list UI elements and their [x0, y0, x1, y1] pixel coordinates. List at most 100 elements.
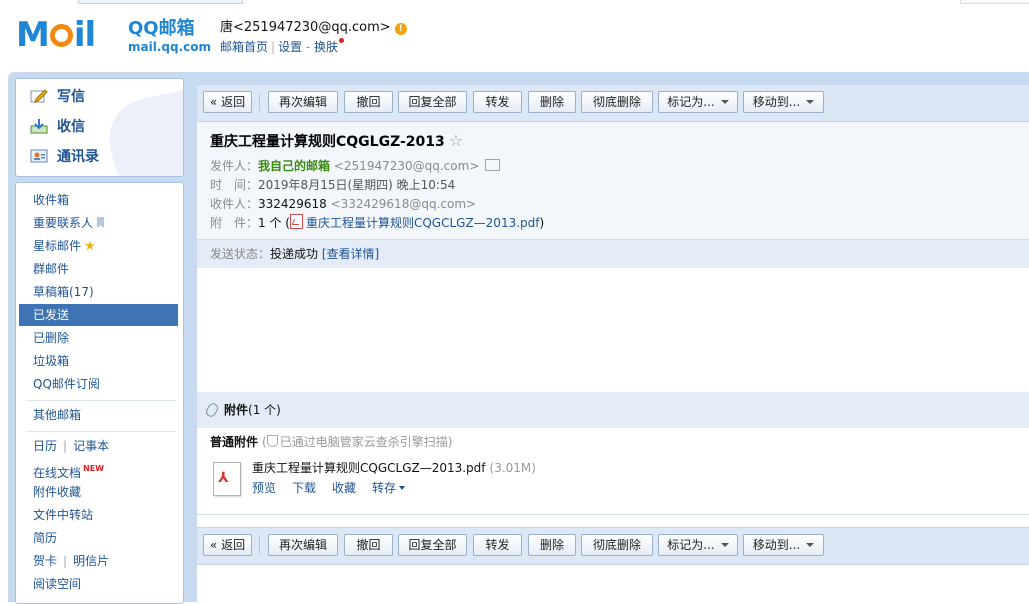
delete-permanently-button[interactable]: 彻底删除 — [581, 91, 653, 113]
other-mailboxes[interactable]: 其他邮箱 — [19, 404, 178, 426]
qq-mail-logo[interactable]: Mil QQ邮箱 mail.qq.com — [16, 16, 211, 58]
link-dash: - — [302, 40, 315, 54]
top-links: 邮箱首页 | 设置 - 换肤 — [220, 38, 345, 55]
mark-as-dropdown[interactable]: 标记为... — [658, 534, 738, 556]
folder-drafts[interactable]: 草稿箱(17) — [19, 281, 178, 303]
back-button[interactable]: « 返回 — [203, 91, 252, 113]
save-to-dropdown[interactable]: 转存 — [372, 481, 406, 495]
contacts-button[interactable]: 通讯录 — [30, 145, 99, 169]
attachment-row: 附 件：1 个 (重庆工程量计算规则CQGCLGZ—2013.pdf) — [210, 214, 544, 232]
move-to-dropdown[interactable]: 移动到... — [743, 534, 824, 556]
attachment-kind-label: 普通附件 — [210, 435, 259, 449]
toolbar-separator — [259, 536, 260, 554]
delete-button[interactable]: 删除 — [528, 91, 576, 113]
folder-vip-contacts[interactable]: 重要联系人 — [19, 212, 178, 234]
reedit-button[interactable]: 再次编辑 — [268, 91, 338, 113]
logo-url-text: mail.qq.com — [128, 40, 211, 54]
chevron-down-icon — [806, 100, 815, 104]
attachment-close-paren: ) — [539, 216, 545, 230]
quick-actions: 写信 收信 通讯录 — [15, 78, 184, 177]
folder-deleted[interactable]: 已删除 — [19, 327, 178, 349]
attachment-count: 1 个 ( — [258, 216, 290, 230]
reedit-button[interactable]: 再次编辑 — [268, 534, 338, 556]
postcards-link[interactable]: 明信片 — [73, 554, 109, 568]
reading-space[interactable]: 阅读空间 — [19, 573, 178, 595]
logo-cn-text: QQ邮箱 — [128, 18, 195, 39]
new-badge: NEW — [83, 464, 104, 473]
forward-button[interactable]: 转发 — [473, 91, 522, 113]
favorite-link[interactable]: 收藏 — [332, 481, 356, 495]
chevron-down-icon — [806, 543, 815, 547]
receive-button[interactable]: 收信 — [30, 115, 85, 139]
toolbar-separator — [259, 93, 260, 111]
folder-subscribe[interactable]: QQ邮件订阅 — [19, 373, 178, 395]
download-link[interactable]: 下载 — [292, 481, 316, 495]
logo-ring-icon — [49, 24, 73, 47]
recall-button[interactable]: 撤回 — [344, 91, 393, 113]
inbox-download-icon — [30, 119, 48, 134]
folder-starred[interactable]: 星标邮件 ★ — [19, 235, 178, 257]
star-toggle-icon[interactable]: ☆ — [449, 131, 463, 150]
folder-sent[interactable]: 已发送 — [19, 304, 178, 326]
contact-card-icon[interactable] — [485, 159, 501, 171]
pdf-file-icon[interactable]: ⅄ — [213, 462, 241, 496]
online-docs-label: 在线文档 — [33, 466, 82, 480]
folder-starred-label: 星标邮件 — [33, 239, 82, 253]
mail-view: « 返回 再次编辑 撤回 回复全部 转发 删除 彻底删除 标记为... 移动到.… — [197, 84, 1029, 604]
send-status-label: 发送状态： — [210, 247, 271, 261]
send-status-value: 投递成功 — [270, 247, 319, 261]
back-button[interactable]: « 返回 — [203, 534, 252, 556]
preview-link[interactable]: 预览 — [252, 481, 276, 495]
contacts-label: 通讯录 — [57, 149, 99, 165]
notes-link[interactable]: 记事本 — [73, 439, 109, 453]
folder-spam[interactable]: 垃圾箱 — [19, 350, 178, 372]
resume[interactable]: 简历 — [19, 527, 178, 549]
file-transfer-station[interactable]: 文件中转站 — [19, 504, 178, 526]
move-to-dropdown[interactable]: 移动到... — [743, 91, 824, 113]
view-details-link[interactable]: [查看详情] — [322, 247, 379, 261]
greeting-cards-link[interactable]: 贺卡 — [33, 554, 57, 568]
attachment-file-link[interactable]: 重庆工程量计算规则CQGCLGZ—2013.pdf — [306, 216, 540, 230]
mail-subject: 重庆工程量计算规则CQGLGZ-2013 ☆ — [210, 132, 463, 151]
skin-link[interactable]: 换肤 — [314, 40, 338, 54]
reply-all-button[interactable]: 回复全部 — [398, 534, 467, 556]
online-docs[interactable]: 在线文档 NEW — [19, 458, 178, 480]
tools-calendar-notes: 日历 | 记事本 — [19, 435, 178, 457]
calendar-link[interactable]: 日历 — [33, 439, 57, 453]
subject-text: 重庆工程量计算规则CQGLGZ-2013 — [210, 134, 445, 150]
warning-icon[interactable]: ! — [394, 23, 407, 35]
time-row: 时 间：2019年8月15日(星期四) 晚上10:54 — [210, 176, 455, 194]
forward-button[interactable]: 转发 — [473, 534, 522, 556]
folder-inbox[interactable]: 收件箱 — [19, 189, 178, 211]
attachment-file-name[interactable]: 重庆工程量计算规则CQGCLGZ—2013.pdf — [252, 461, 486, 475]
delete-button[interactable]: 删除 — [528, 534, 576, 556]
pipe-separator: | — [63, 554, 68, 568]
compose-button[interactable]: 写信 — [30, 85, 85, 109]
save-to-label: 转存 — [372, 481, 397, 495]
send-status-row: 发送状态：投递成功 [查看详情] — [210, 240, 379, 268]
sender-name[interactable]: 我自己的邮箱 — [258, 159, 330, 173]
sender-email: <251947230@qq.com> — [333, 159, 480, 173]
scan-note-text: 已通过电脑管家云查杀引擎扫描 — [279, 435, 448, 449]
attachment-file-size: (3.01M) — [489, 461, 536, 475]
chevron-down-icon — [720, 100, 729, 104]
settings-link[interactable]: 设置 — [278, 40, 302, 54]
mail-home-link[interactable]: 邮箱首页 — [220, 40, 268, 54]
recall-button[interactable]: 撤回 — [344, 534, 393, 556]
attachments-title: 附件(1 个) — [224, 402, 281, 418]
recipient-email: <332429618@qq.com> — [330, 197, 477, 211]
link-separator: | — [271, 40, 276, 54]
delete-permanently-button[interactable]: 彻底删除 — [581, 534, 653, 556]
reply-all-button[interactable]: 回复全部 — [398, 91, 467, 113]
attachment-actions: 预览 下载 收藏 转存 — [252, 480, 406, 496]
user-name-email: 唐<251947230@qq.com> — [220, 20, 391, 35]
folder-group-mail[interactable]: 群邮件 — [19, 258, 178, 280]
pdf-file-icon — [289, 214, 303, 229]
attachment-favorites[interactable]: 附件收藏 — [19, 481, 178, 503]
chevron-down-icon — [720, 543, 729, 547]
recipient-name[interactable]: 332429618 — [258, 197, 327, 211]
mark-as-dropdown[interactable]: 标记为... — [658, 91, 738, 113]
pipe-separator: | — [63, 439, 68, 453]
mail-header: 重庆工程量计算规则CQGLGZ-2013 ☆ 发件人：我自己的邮箱 <251947… — [197, 122, 1029, 239]
scan-note: (已通过电脑管家云查杀引擎扫描) — [262, 435, 453, 449]
